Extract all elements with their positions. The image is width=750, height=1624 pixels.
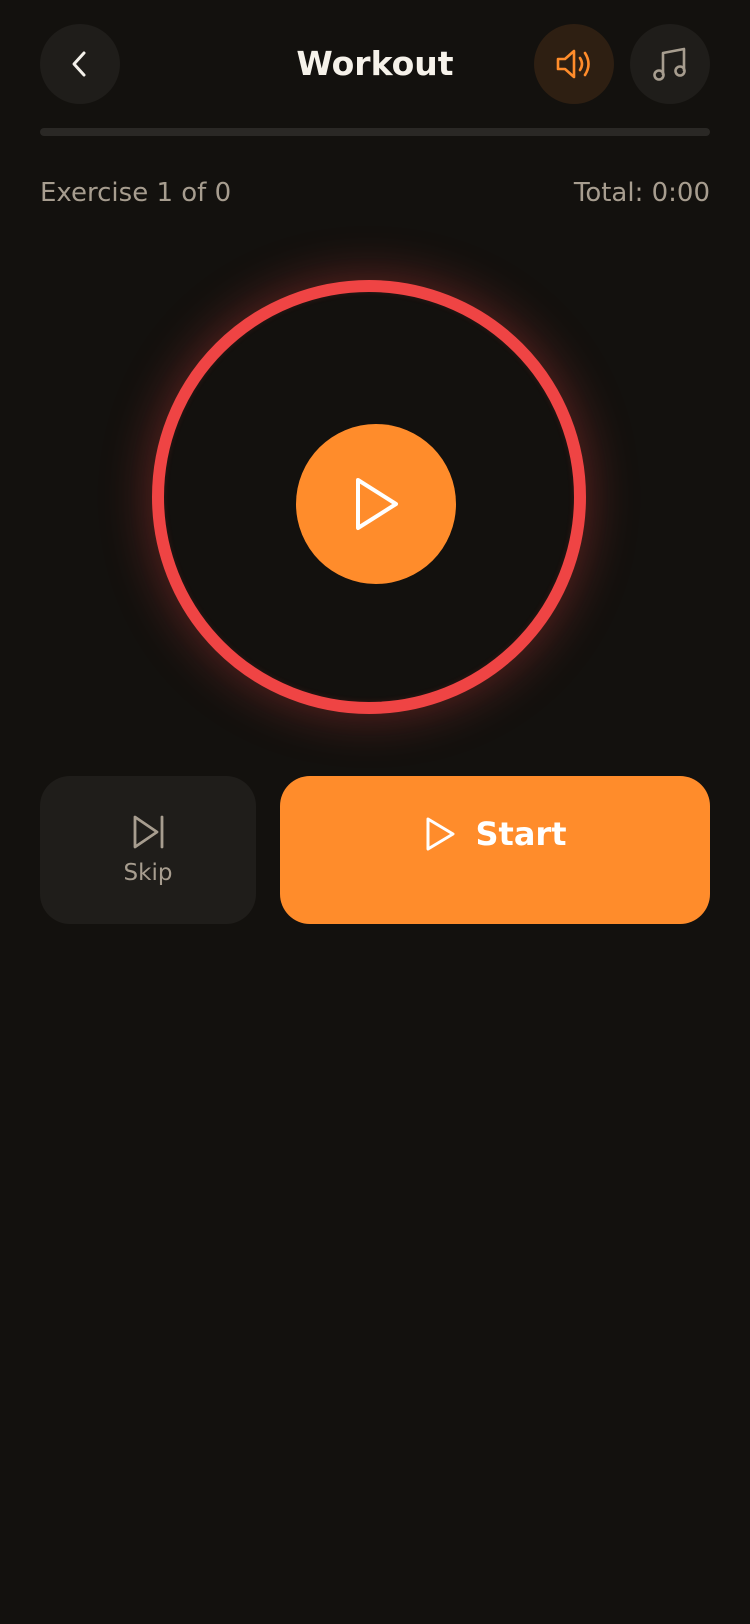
play-icon (426, 817, 455, 851)
chevron-left-icon (72, 51, 86, 77)
music-note-icon (653, 47, 686, 81)
start-button[interactable]: Start (280, 776, 710, 924)
total-time: Total: 0:00 (573, 178, 710, 208)
start-label: Start (475, 815, 567, 853)
header-bar: Workout (40, 24, 710, 104)
workout-progress-bar (40, 128, 710, 136)
music-button[interactable] (630, 24, 710, 104)
skip-forward-icon (133, 815, 164, 849)
center-play-button[interactable] (296, 424, 456, 584)
speaker-icon (556, 49, 590, 79)
play-icon (356, 478, 398, 530)
exercise-counter: Exercise 1 of 0 (40, 178, 232, 208)
start-button-content: Start (280, 810, 710, 858)
skip-button[interactable]: Skip (40, 776, 256, 924)
sound-toggle-button[interactable] (534, 24, 614, 104)
session-info: Exercise 1 of 0 Total: 0:00 (40, 172, 710, 220)
back-button[interactable] (40, 24, 120, 104)
skip-label: Skip (123, 860, 173, 886)
